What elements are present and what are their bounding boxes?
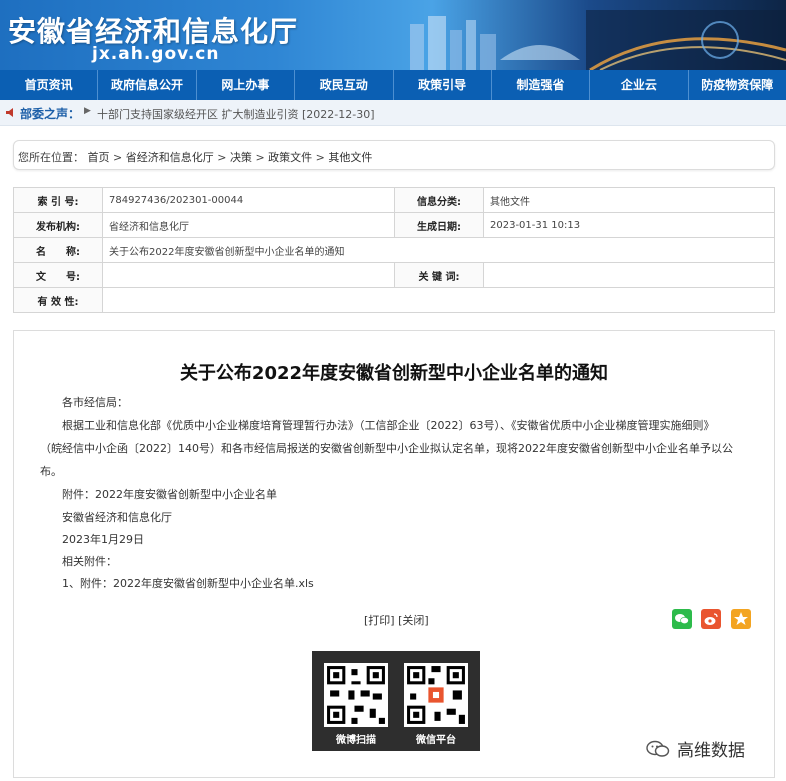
notice-label: 部委之声： [20,107,81,121]
breadcrumb-other-files[interactable]: 其他文件 [328,151,372,164]
docno-label: 文 号: [13,262,103,288]
site-banner: 安徽省经济和信息化厅 jx.ah.gov.cn [0,0,786,70]
breadcrumb-department[interactable]: 省经济和信息化厅 [126,151,214,164]
category-value: 其他文件 [483,187,775,213]
speaker-icon [6,108,13,117]
share-wechat-button[interactable] [672,609,692,629]
watermark-text: 高维数据 [677,741,745,761]
name-value: 关于公布2022年度安徽省创新型中小企业名单的通知 [102,237,775,263]
related-attachments-label: 相关附件： [62,555,117,568]
table-row: 文 号: 关 键 词: [13,262,775,288]
article-title: 关于公布2022年度安徽省创新型中小企业名单的通知 [179,363,609,384]
breadcrumb: 您所在位置： 首页 > 省经济和信息化厅 > 决策 > 政策文件 > 其他文件 [13,140,775,170]
notice-bar: 部委之声： ▶ 十部门支持国家级经开区 扩大制造业引资 [2022-12-30] [0,100,786,126]
weibo-qr-code-icon [324,663,388,727]
breadcrumb-sep: > [315,151,329,164]
index-value: 784927436/202301-00044 [102,187,395,213]
date-value: 2023-01-31 10:13 [483,212,775,238]
wechat-icon [675,614,689,625]
star-icon [734,612,748,625]
nav-item-interaction[interactable]: 政民互动 [295,70,394,100]
nav-item-online-service[interactable]: 网上办事 [197,70,296,100]
arrow-right-icon: ▶ [84,106,91,116]
main-nav: 首页资讯 政府信息公开 网上办事 政民互动 政策引导 制造强省 企业云 防疫物资… [0,70,786,100]
table-row: 有 效 性: [13,287,775,313]
print-button[interactable]: [打印] [364,614,395,627]
article-body-line-1: 根据工业和信息化部《优质中小企业梯度培育管理暂行办法》（工信部企业〔2022〕6… [62,419,715,432]
article-greeting: 各市经信局： [62,396,128,409]
breadcrumb-sep: > [113,151,126,164]
close-button[interactable]: [关闭] [398,614,429,627]
table-row: 发布机构: 省经济和信息化厅 生成日期: 2023-01-31 10:13 [13,212,775,238]
validity-label: 有 效 性: [13,287,103,313]
breadcrumb-prefix: 您所在位置： [18,151,84,164]
nav-item-manufacturing[interactable]: 制造强省 [492,70,591,100]
article-attachment-note: 附件：2022年度安徽省创新型中小企业名单 [62,488,277,501]
keywords-label: 关 键 词: [394,262,484,288]
document-info-table: 索 引 号: 784927436/202301-00044 信息分类: 其他文件… [13,187,775,313]
nav-item-gov-info[interactable]: 政府信息公开 [98,70,197,100]
wechat-watermark-icon [646,740,670,757]
table-row: 索 引 号: 784927436/202301-00044 信息分类: 其他文件 [13,187,775,213]
publisher-value: 省经济和信息化厅 [102,212,395,238]
category-label: 信息分类: [394,187,484,213]
site-url: jx.ah.gov.cn [92,44,220,64]
keywords-value [483,262,775,288]
article-date: 2023年1月29日 [62,533,144,546]
docno-value [102,262,395,288]
nav-item-policy[interactable]: 政策引导 [394,70,492,100]
publisher-label: 发布机构: [13,212,103,238]
article-panel: 关于公布2022年度安徽省创新型中小企业名单的通知 各市经信局： 根据工业和信息… [13,330,775,778]
name-label: 名 称: [13,237,103,263]
article-tools: [打印] [关闭] [364,612,429,628]
notice-link[interactable]: 十部门支持国家级经开区 扩大制造业引资 [2022-12-30] [97,106,375,122]
nav-item-enterprise-cloud[interactable]: 企业云 [590,70,689,100]
index-label: 索 引 号: [13,187,103,213]
date-label: 生成日期: [394,212,484,238]
share-weibo-button[interactable] [701,609,721,629]
article-body-line-3: 布。 [40,465,62,478]
breadcrumb-policy-files[interactable]: 政策文件 [268,151,312,164]
share-qzone-button[interactable] [731,609,751,629]
nav-item-home-news[interactable]: 首页资讯 [0,70,99,100]
breadcrumb-sep: > [217,151,230,164]
weibo-qr-label: 微博扫描 [336,735,376,746]
breadcrumb-home[interactable]: 首页 [88,151,110,164]
nav-item-epidemic-supplies[interactable]: 防疫物资保障 [689,70,786,100]
breadcrumb-sep: > [255,151,269,164]
attachment-file-link[interactable]: 1、附件：2022年度安徽省创新型中小企业名单.xls [62,575,314,591]
article-signer: 安徽省经济和信息化厅 [62,511,172,524]
city-skyline-image [410,10,786,70]
weibo-icon [704,613,718,625]
breadcrumb-decision[interactable]: 决策 [230,151,252,164]
qr-code-panel: 微博扫描 微信平台 [312,651,480,751]
wechat-qr-code-icon [404,663,468,727]
validity-value [102,287,775,313]
watermark: 高维数据 [645,736,745,761]
wechat-qr-label: 微信平台 [416,735,456,746]
article-body-line-2: （皖经信中小企函〔2022〕140号）和各市经信局报送的安徽省创新型中小企业拟认… [40,442,733,455]
table-row: 名 称: 关于公布2022年度安徽省创新型中小企业名单的通知 [13,237,775,263]
